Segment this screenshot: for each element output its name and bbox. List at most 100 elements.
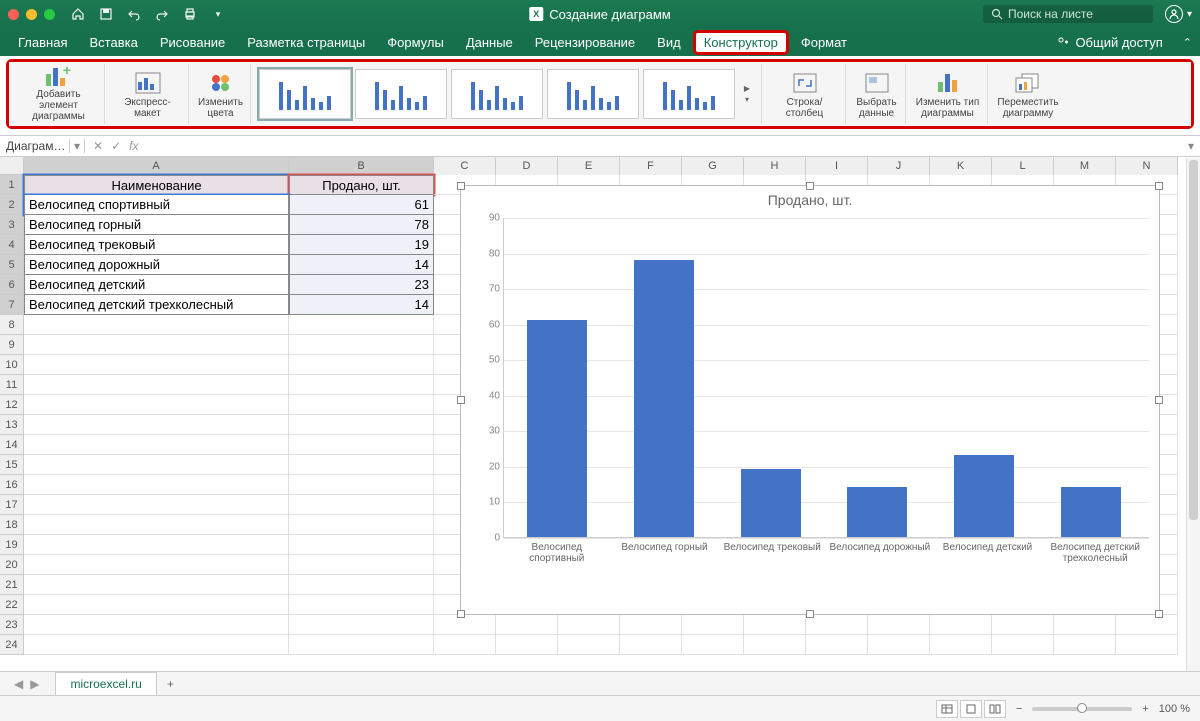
chart-bar[interactable] — [847, 487, 907, 537]
cell[interactable]: 78 — [289, 215, 434, 235]
cell[interactable] — [289, 355, 434, 375]
add-sheet-button[interactable]: + — [157, 673, 184, 695]
column-header-K[interactable]: K — [930, 157, 992, 175]
chart-object[interactable]: Продано, шт. 0102030405060708090 Велосип… — [460, 185, 1160, 615]
cell[interactable] — [806, 635, 868, 655]
minimize-window-button[interactable] — [26, 9, 37, 20]
cell[interactable] — [24, 635, 289, 655]
maximize-window-button[interactable] — [44, 9, 55, 20]
collapse-ribbon-icon[interactable]: ⌃ — [1183, 36, 1192, 49]
vertical-scrollbar[interactable] — [1186, 158, 1200, 671]
cell[interactable] — [289, 495, 434, 515]
change-colors-button[interactable]: Изменить цвета — [191, 64, 251, 124]
switch-row-column-button[interactable]: Строка/столбец — [764, 64, 846, 124]
search-input[interactable]: Поиск на листе — [983, 5, 1153, 23]
row-header[interactable]: 23 — [0, 615, 24, 635]
row-header[interactable]: 6 — [0, 275, 24, 295]
cell[interactable]: 23 — [289, 275, 434, 295]
column-header-E[interactable]: E — [558, 157, 620, 175]
cell[interactable] — [24, 335, 289, 355]
fx-icon[interactable]: fx — [129, 139, 138, 153]
sheet-nav-prev-icon[interactable]: ◀ — [12, 677, 25, 691]
cell[interactable] — [992, 635, 1054, 655]
add-chart-element-button[interactable]: + Добавить элемент диаграммы — [13, 64, 105, 124]
cell[interactable]: Наименование — [24, 175, 289, 195]
tab-page-layout[interactable]: Разметка страницы — [237, 30, 375, 55]
select-data-button[interactable]: Выбрать данные — [848, 64, 906, 124]
zoom-in-button[interactable]: + — [1142, 703, 1148, 715]
cell[interactable] — [496, 615, 558, 635]
cell[interactable]: 19 — [289, 235, 434, 255]
cell[interactable] — [1116, 615, 1178, 635]
chart-bar[interactable] — [954, 455, 1014, 537]
cell[interactable] — [24, 435, 289, 455]
cell[interactable] — [289, 455, 434, 475]
cell[interactable]: 61 — [289, 195, 434, 215]
cell[interactable] — [1054, 615, 1116, 635]
select-all-corner[interactable] — [0, 157, 24, 175]
row-header[interactable]: 5 — [0, 255, 24, 275]
cell[interactable]: Велосипед детский — [24, 275, 289, 295]
cell[interactable] — [868, 615, 930, 635]
zoom-level[interactable]: 100 % — [1159, 703, 1190, 715]
styles-expand-icon[interactable]: ▾ — [745, 95, 749, 104]
change-chart-type-button[interactable]: Изменить тип диаграммы — [908, 64, 988, 124]
name-box-dropdown[interactable]: ▾ — [70, 139, 85, 153]
cell[interactable] — [930, 635, 992, 655]
cell[interactable] — [24, 395, 289, 415]
cell[interactable] — [682, 635, 744, 655]
cell[interactable] — [289, 415, 434, 435]
cell[interactable] — [24, 535, 289, 555]
row-header[interactable]: 13 — [0, 415, 24, 435]
column-header-D[interactable]: D — [496, 157, 558, 175]
cell[interactable] — [930, 615, 992, 635]
row-header[interactable]: 3 — [0, 215, 24, 235]
cell[interactable] — [289, 475, 434, 495]
chart-style-5[interactable] — [643, 69, 735, 119]
cell[interactable] — [24, 515, 289, 535]
home-icon[interactable] — [71, 7, 85, 21]
formula-expand-icon[interactable]: ▾ — [1182, 139, 1200, 153]
cell[interactable] — [24, 355, 289, 375]
column-header-H[interactable]: H — [744, 157, 806, 175]
tab-chart-design[interactable]: Конструктор — [693, 30, 789, 55]
cell[interactable] — [806, 615, 868, 635]
cell[interactable] — [620, 635, 682, 655]
cell[interactable]: Велосипед горный — [24, 215, 289, 235]
qat-dropdown-icon[interactable]: ▾ — [211, 7, 225, 21]
tab-insert[interactable]: Вставка — [79, 30, 147, 55]
column-header-F[interactable]: F — [620, 157, 682, 175]
cell[interactable] — [289, 535, 434, 555]
row-header[interactable]: 16 — [0, 475, 24, 495]
name-box[interactable]: Диаграм… — [0, 139, 70, 153]
cell[interactable] — [24, 415, 289, 435]
row-header[interactable]: 12 — [0, 395, 24, 415]
cell[interactable]: Велосипед трековый — [24, 235, 289, 255]
row-header[interactable]: 15 — [0, 455, 24, 475]
cell[interactable] — [24, 375, 289, 395]
cell[interactable] — [744, 635, 806, 655]
redo-icon[interactable] — [155, 7, 169, 21]
cell[interactable] — [558, 635, 620, 655]
zoom-slider[interactable] — [1032, 707, 1132, 711]
cell[interactable] — [24, 455, 289, 475]
row-header[interactable]: 11 — [0, 375, 24, 395]
row-header[interactable]: 24 — [0, 635, 24, 655]
print-icon[interactable] — [183, 7, 197, 21]
tab-format[interactable]: Формат — [791, 30, 857, 55]
cell[interactable] — [289, 435, 434, 455]
cell[interactable] — [24, 315, 289, 335]
chart-bar[interactable] — [1061, 487, 1121, 537]
cell[interactable]: 14 — [289, 255, 434, 275]
sheet-tab[interactable]: microexcel.ru — [55, 672, 156, 695]
tab-review[interactable]: Рецензирование — [525, 30, 645, 55]
cell[interactable]: 14 — [289, 295, 434, 315]
row-header[interactable]: 18 — [0, 515, 24, 535]
row-header[interactable]: 1 — [0, 175, 24, 195]
row-header[interactable]: 9 — [0, 335, 24, 355]
cell[interactable] — [24, 615, 289, 635]
move-chart-button[interactable]: Переместить диаграмму — [990, 64, 1066, 124]
page-layout-view-button[interactable] — [960, 700, 982, 718]
cell[interactable] — [289, 395, 434, 415]
cell[interactable]: Велосипед дорожный — [24, 255, 289, 275]
